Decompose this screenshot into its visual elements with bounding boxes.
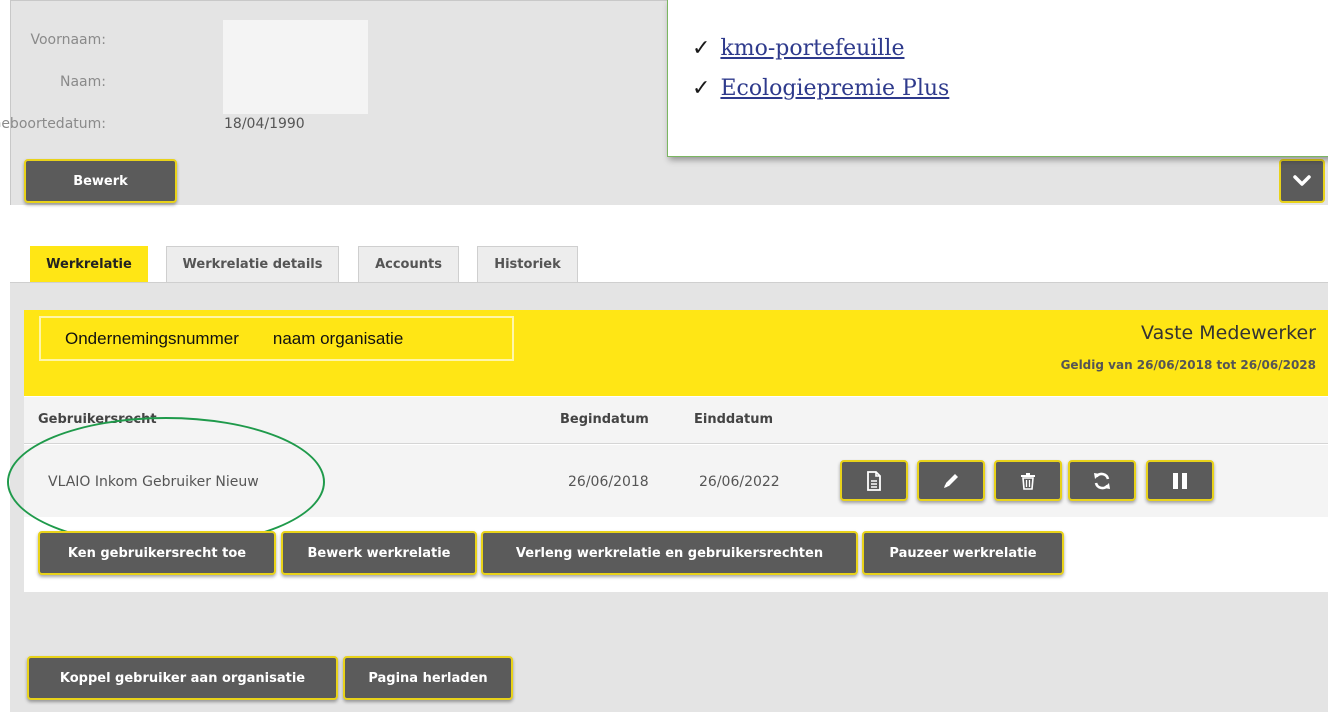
last-name-label: Naam: xyxy=(60,74,106,90)
tab-werkrelatie-details[interactable]: Werkrelatie details xyxy=(166,246,339,283)
ecologiepremie-link[interactable]: Ecologiepremie Plus xyxy=(720,76,949,101)
relation-validity: Geldig van 26/06/2018 tot 26/06/2028 xyxy=(1060,358,1316,372)
extend-relation-button[interactable]: Verleng werkrelatie en gebruikersrechten xyxy=(481,531,858,575)
trash-icon xyxy=(1021,472,1035,490)
pencil-icon xyxy=(944,473,958,488)
highlight-ellipse xyxy=(7,417,325,547)
callout-item: ✓ kmo-portefeuille xyxy=(692,36,904,61)
birthdate-value: 18/04/1990 xyxy=(224,116,305,132)
row-end-date: 26/06/2022 xyxy=(699,474,780,490)
first-name-label: Voornaam: xyxy=(30,32,106,48)
birthdate-label: Geboortedatum: xyxy=(0,116,106,132)
row-start-date: 26/06/2018 xyxy=(568,474,649,490)
redacted-name-area xyxy=(223,20,368,114)
assign-right-button[interactable]: Ken gebruikersrecht toe xyxy=(38,531,276,575)
document-icon xyxy=(867,470,881,491)
refresh-icon xyxy=(1094,472,1110,489)
edit-profile-button[interactable]: Bewerk xyxy=(24,159,177,203)
delete-right-button[interactable] xyxy=(994,460,1062,501)
tab-accounts[interactable]: Accounts xyxy=(358,246,459,283)
pause-icon xyxy=(1173,472,1187,489)
pause-relation-button[interactable]: Pauzeer werkrelatie xyxy=(862,531,1064,575)
organisation-box: Ondernemingsnummer naam organisatie xyxy=(39,316,514,361)
header-begindatum: Begindatum xyxy=(560,412,649,427)
org-name: naam organisatie xyxy=(272,328,404,348)
org-number: Ondernemingsnummer xyxy=(65,328,239,348)
edit-right-button[interactable] xyxy=(917,460,985,501)
expand-button[interactable] xyxy=(1279,159,1325,203)
renew-right-button[interactable] xyxy=(1068,460,1136,501)
link-user-button[interactable]: Koppel gebruiker aan organisatie xyxy=(27,656,338,700)
pause-right-button[interactable] xyxy=(1146,460,1214,501)
programs-callout: ✓ kmo-portefeuille ✓ Ecologiepremie Plus xyxy=(667,0,1328,157)
kmo-portefeuille-link[interactable]: kmo-portefeuille xyxy=(720,36,904,61)
checkmark-icon: ✓ xyxy=(692,76,711,101)
edit-relation-button[interactable]: Bewerk werkrelatie xyxy=(281,531,477,575)
relation-role: Vaste Medewerker xyxy=(1141,322,1316,344)
chevron-down-icon xyxy=(1293,175,1311,186)
tab-werkrelatie[interactable]: Werkrelatie xyxy=(30,246,148,283)
checkmark-icon: ✓ xyxy=(692,36,711,61)
reload-page-button[interactable]: Pagina herladen xyxy=(343,656,513,700)
view-document-button[interactable] xyxy=(840,460,908,501)
callout-item: ✓ Ecologiepremie Plus xyxy=(692,76,949,101)
header-einddatum: Einddatum xyxy=(694,412,773,427)
tab-historiek[interactable]: Historiek xyxy=(477,246,578,283)
